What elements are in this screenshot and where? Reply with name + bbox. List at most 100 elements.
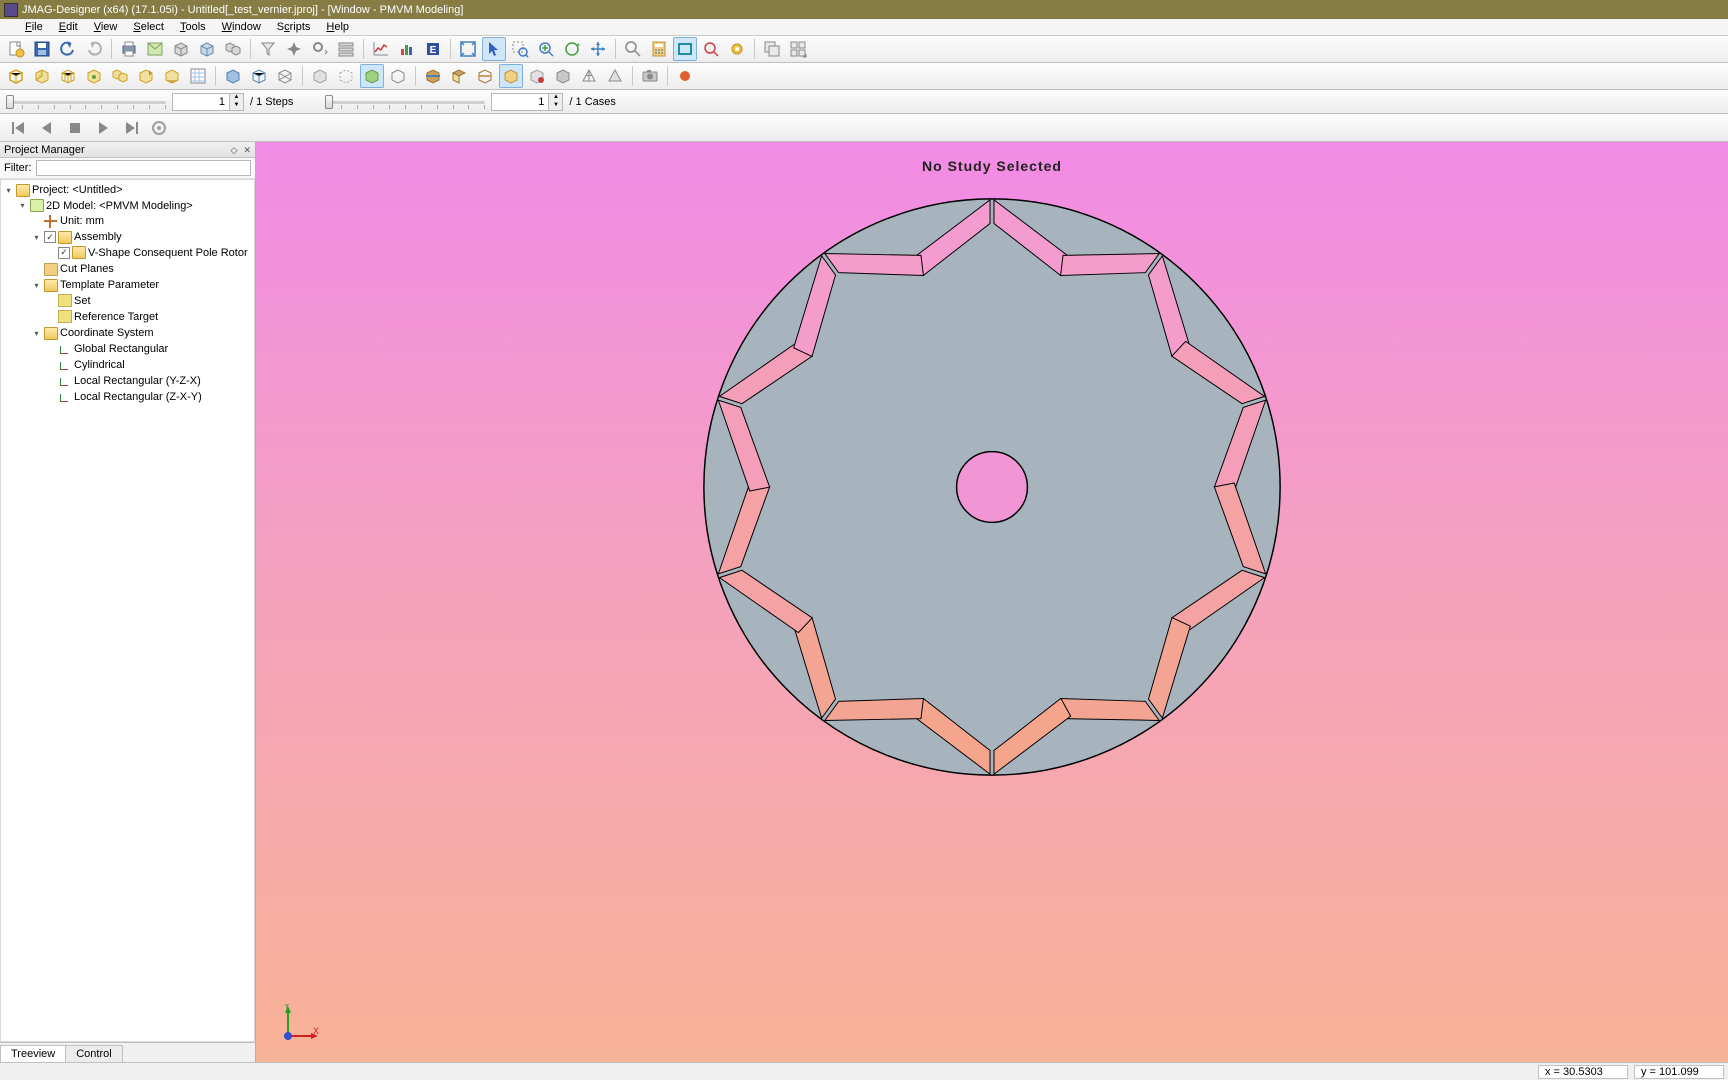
tree-coord-cylindrical[interactable]: Cylindrical xyxy=(45,357,254,372)
list-button[interactable] xyxy=(334,37,358,61)
stop-button[interactable] xyxy=(64,117,86,139)
view-iso-7[interactable] xyxy=(160,64,184,88)
zoom-dynamic-button[interactable] xyxy=(534,37,558,61)
view-iso-3[interactable] xyxy=(56,64,80,88)
step-up[interactable]: ▲ xyxy=(229,94,243,102)
redo-button[interactable] xyxy=(82,37,106,61)
step-slider[interactable] xyxy=(6,93,166,111)
undo-button[interactable] xyxy=(56,37,80,61)
case-down[interactable]: ▼ xyxy=(548,102,562,110)
tree-reftarget[interactable]: Reference Target xyxy=(45,309,254,324)
save-button[interactable] xyxy=(30,37,54,61)
tab-control[interactable]: Control xyxy=(65,1045,122,1062)
toggle-rect-button[interactable] xyxy=(673,37,697,61)
case-spinner[interactable]: ▲▼ xyxy=(491,93,563,111)
shade-2[interactable] xyxy=(247,64,271,88)
tile-windows-button[interactable] xyxy=(786,37,810,61)
tree-template[interactable]: ▾Template Parameter xyxy=(31,278,254,293)
tree-coord-global[interactable]: Global Rectangular xyxy=(45,341,254,356)
case-up[interactable]: ▲ xyxy=(548,94,562,102)
copy-window-button[interactable] xyxy=(760,37,784,61)
cube1-button[interactable] xyxy=(169,37,193,61)
menu-view[interactable]: View xyxy=(87,20,125,34)
panel-close-icon[interactable]: ✕ xyxy=(243,145,251,155)
menu-file[interactable]: File xyxy=(18,20,50,34)
filter-button[interactable] xyxy=(256,37,280,61)
shade-3[interactable] xyxy=(273,64,297,88)
menu-edit[interactable]: Edit xyxy=(52,20,85,34)
calculator-button[interactable] xyxy=(647,37,671,61)
pan-button[interactable] xyxy=(586,37,610,61)
viewport[interactable]: No Study Selected Y X xyxy=(256,142,1728,1062)
camera-button[interactable] xyxy=(638,64,662,88)
menu-help[interactable]: Help xyxy=(319,20,356,34)
zoom-fit-red-button[interactable] xyxy=(699,37,723,61)
panel-float-icon[interactable]: ◇ xyxy=(230,145,237,155)
cube2-button[interactable] xyxy=(195,37,219,61)
tree-model[interactable]: ▾2D Model: <PMVM Modeling> xyxy=(17,198,254,213)
chart-button[interactable] xyxy=(369,37,393,61)
first-button[interactable] xyxy=(8,117,30,139)
cubes-button[interactable] xyxy=(221,37,245,61)
view-iso-5[interactable] xyxy=(108,64,132,88)
filter-input[interactable] xyxy=(36,160,252,176)
tab-treeview[interactable]: Treeview xyxy=(0,1045,66,1062)
play-button[interactable] xyxy=(92,117,114,139)
config-playback-button[interactable] xyxy=(148,117,170,139)
zoom-area-button[interactable] xyxy=(508,37,532,61)
new-button[interactable] xyxy=(4,37,28,61)
view-iso-1[interactable] xyxy=(4,64,28,88)
cut-plane-2[interactable] xyxy=(447,64,471,88)
sparkle-button[interactable] xyxy=(282,37,306,61)
tree-cutplanes[interactable]: Cut Planes xyxy=(31,262,254,277)
settings-dropdown-button[interactable] xyxy=(308,37,332,61)
step-spinner[interactable]: ▲▼ xyxy=(172,93,244,111)
record-button[interactable] xyxy=(673,64,697,88)
select-arrow-button[interactable] xyxy=(482,37,506,61)
view-iso-4[interactable] xyxy=(82,64,106,88)
assembly-checkbox[interactable]: ✓ xyxy=(44,231,56,243)
tree-set[interactable]: Set xyxy=(45,293,254,308)
menu-window[interactable]: Window xyxy=(215,20,268,34)
tree-coord-local-zxy[interactable]: Local Rectangular (Z-X-Y) xyxy=(45,389,254,404)
tree-unit[interactable]: Unit: mm xyxy=(31,214,254,229)
cut-plane-4[interactable] xyxy=(499,64,523,88)
tree-assembly[interactable]: ▾✓Assembly xyxy=(31,230,254,245)
tree-coordsys[interactable]: ▾Coordinate System xyxy=(31,326,254,341)
shade-green[interactable] xyxy=(360,64,384,88)
wireframe-gray-2[interactable] xyxy=(334,64,358,88)
shade-gray-solid[interactable] xyxy=(551,64,575,88)
menu-tools[interactable]: Tools xyxy=(173,20,213,34)
step-input[interactable] xyxy=(173,96,229,108)
wireframe-gray-1[interactable] xyxy=(308,64,332,88)
search-button[interactable] xyxy=(621,37,645,61)
step-down[interactable]: ▼ xyxy=(229,102,243,110)
shade-1[interactable] xyxy=(221,64,245,88)
fit-button[interactable] xyxy=(456,37,480,61)
last-button[interactable] xyxy=(120,117,142,139)
geometry-editor-button[interactable] xyxy=(143,37,167,61)
case-slider[interactable] xyxy=(325,93,485,111)
print-button[interactable] xyxy=(117,37,141,61)
menu-select[interactable]: Select xyxy=(126,20,171,34)
tree-rotor[interactable]: ✓V-Shape Consequent Pole Rotor xyxy=(45,245,254,260)
spreadsheet-button[interactable] xyxy=(186,64,210,88)
mesh-tri-2[interactable] xyxy=(603,64,627,88)
shade-outline[interactable] xyxy=(386,64,410,88)
rotor-checkbox[interactable]: ✓ xyxy=(58,247,70,259)
case-input[interactable] xyxy=(492,96,548,108)
export-button[interactable]: E xyxy=(421,37,445,61)
cut-plane-5[interactable] xyxy=(525,64,549,88)
cut-plane-3[interactable] xyxy=(473,64,497,88)
view-iso-2[interactable] xyxy=(30,64,54,88)
rotate-button[interactable] xyxy=(560,37,584,61)
tree-project[interactable]: ▾Project: <Untitled> xyxy=(3,183,254,198)
tree-coord-local-yzx[interactable]: Local Rectangular (Y-Z-X) xyxy=(45,373,254,388)
chart-colored-button[interactable] xyxy=(395,37,419,61)
project-tree[interactable]: ▾Project: <Untitled> ▾2D Model: <PMVM Mo… xyxy=(0,179,255,1042)
cut-plane-1[interactable] xyxy=(421,64,445,88)
prev-button[interactable] xyxy=(36,117,58,139)
mesh-tri-1[interactable] xyxy=(577,64,601,88)
view-iso-6[interactable] xyxy=(134,64,158,88)
menu-scripts[interactable]: Scripts xyxy=(270,20,318,34)
